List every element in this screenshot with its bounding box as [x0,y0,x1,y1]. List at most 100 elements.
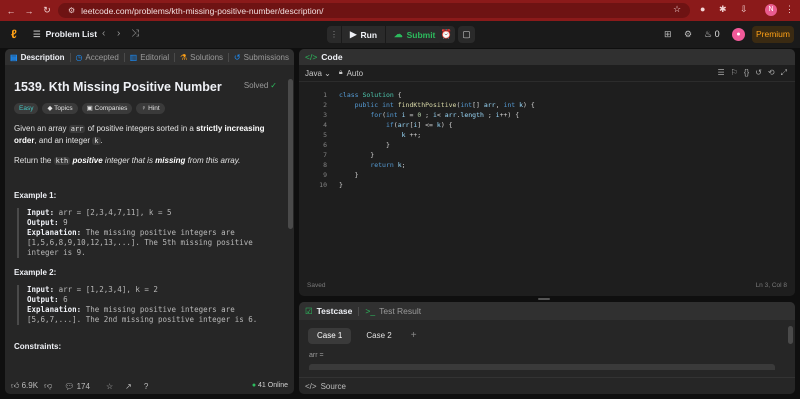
next-problem-icon[interactable]: › [117,28,120,39]
tab-description-label: Description [20,52,65,62]
settings-gear-icon[interactable]: ⚙ [684,29,692,40]
reload-icon[interactable]: ↻ [40,5,54,16]
testcase-header: ☑ Testcase >_ Test Result [299,302,795,320]
testcase-panel: ☑ Testcase >_ Test Result Case 1 Case 2 + … [299,302,795,394]
line-number: 10 [319,181,327,189]
line-number: 6 [323,141,327,149]
tab-editorial-label: Editorial [140,52,170,62]
prev-problem-icon[interactable]: ‹ [102,28,105,39]
save-status: Saved [307,282,326,289]
submit-button[interactable]: ☁ Submit [385,26,443,43]
description-scrollbar[interactable] [288,79,293,229]
companies-chip[interactable]: ▣ Companies [81,103,133,114]
braces-icon[interactable]: {} [744,68,749,78]
bookmark-icon[interactable]: ⚐ [731,68,738,78]
testcase-footer: </> Source [299,377,795,394]
statement-paragraph-1: Given an array arr of positive integers … [14,123,282,147]
fire-icon: ♨ [704,29,713,39]
site-info-icon[interactable]: ⚙ [68,6,75,15]
tab-accepted[interactable]: ◷ Accepted [70,49,123,65]
solved-status: Solved ✓ [244,81,277,90]
text: . [100,136,103,145]
companies-label: Companies [94,105,128,112]
book-icon: ▥ [129,52,138,62]
layout-icon[interactable]: ⊞ [664,29,672,40]
comments-button[interactable]: 💬︎ 174 [64,382,90,391]
puzzle-extensions-icon[interactable]: ✱ [719,4,727,15]
testcase-scrollbar[interactable] [788,326,793,344]
bookmark-star-icon[interactable]: ☆ [673,4,681,15]
browser-profile-avatar[interactable]: N [765,4,777,16]
forward-icon[interactable]: → [22,6,36,16]
case-1-tab[interactable]: Case 1 [308,328,352,344]
italic-text: integer that is [102,156,156,165]
app-header: ℓ ☰ Problem List ‹ › ⤨ ⋮ ▶ Run ☁ Submit ⏰ ▢… [0,21,800,48]
tab-submissions[interactable]: ↺ Submissions [229,49,294,65]
case-tabs: Case 1 Case 2 + [308,328,421,344]
tab-description[interactable]: ▤ Description [5,49,70,65]
favorite-star-icon[interactable]: ☆ [106,382,113,391]
address-bar[interactable]: ⚙ leetcode.com/problems/kth-missing-posi… [58,3,690,18]
code-header: </> Code [299,49,795,65]
like-count: 6.9K [21,381,39,390]
line-number: 9 [323,171,327,179]
italic-text: from this array. [185,156,241,165]
download-icon[interactable]: ⇩ [740,4,748,15]
cloud-upload-icon: ☁ [394,29,403,39]
line-number: 3 [323,111,327,119]
case-2-tab[interactable]: Case 2 [357,328,400,344]
tab-solutions-label: Solutions [190,52,224,62]
premium-button[interactable]: Premium [752,26,794,43]
tab-submissions-label: Submissions [243,52,289,62]
drag-handle-icon[interactable]: ⋮ [327,29,341,40]
source-button[interactable]: Source [321,382,346,391]
run-button[interactable]: ▶ Run [341,26,385,43]
tab-test-result[interactable]: >_ Test Result [365,306,421,316]
description-panel: ▤ Description ◷ Accepted ▥ Editorial ⚗ Solut… [5,49,294,394]
problem-list-button[interactable]: ☰ Problem List [33,29,97,40]
format-icon[interactable]: ☰ [718,68,725,78]
difficulty-badge: Easy [14,103,39,114]
share-icon[interactable]: ↗ [125,382,132,391]
description-footer: 👍︎ 6.9K 👎︎ 💬︎ 174 ☆ ↗ ? ● 41 Online [5,378,294,394]
explanation-label: Explanation: [27,228,82,237]
fullscreen-icon[interactable]: ⤢ [781,68,787,78]
language-select[interactable]: Java ⌄ [305,69,331,78]
reset-icon[interactable]: ↺ [755,68,762,78]
timer-icon[interactable]: ⏰ [438,26,455,43]
auto-mode-label[interactable]: Auto [347,69,363,78]
leetcode-logo-icon[interactable]: ℓ [11,27,23,41]
add-case-button[interactable]: + [407,328,421,344]
hint-label: Hint [148,105,160,112]
help-icon[interactable]: ? [144,382,148,391]
extension-icon[interactable]: ● [700,4,705,14]
user-avatar[interactable]: ● [732,28,745,41]
list-icon: ☰ [33,29,41,39]
online-dot-icon: ● [251,382,257,389]
source-code-icon: </> [305,381,317,391]
tab-editorial[interactable]: ▥ Editorial [125,49,174,65]
notes-icon[interactable]: ▢ [458,26,475,43]
code-editor[interactable]: 1 2 3 4 5 6 7 8 9 10 class Solution { pu… [299,87,795,277]
tab-testcase[interactable]: ☑ Testcase [299,306,352,317]
code-line: public int findKthPositive(int[] arr, in… [354,101,535,109]
language-label: Java [305,68,322,78]
shuffle-icon[interactable]: ⤨ [131,28,139,39]
browser-menu-icon[interactable]: ⋮ [785,4,794,15]
code-line: } [339,141,390,149]
arr-input-field[interactable] [309,364,775,370]
back-icon[interactable]: ← [4,6,18,16]
cursor-position: Ln 3, Col 8 [755,282,787,289]
code-line: if(arr[i] <= k) { [385,121,453,129]
panel-resize-handle[interactable] [538,298,550,300]
topics-chip[interactable]: ◆ Topics [42,103,78,114]
reload-icon[interactable]: ⟲ [768,68,775,78]
input-value: arr = [1,2,3,4], k = 2 [54,285,158,294]
streak-indicator[interactable]: ♨ 0 [704,29,720,40]
hint-chip[interactable]: ♀ Hint [136,103,165,114]
code-line: } [339,171,359,179]
dislike-icon[interactable]: 👎︎ [44,381,52,391]
tab-accepted-label: Accepted [85,52,119,62]
like-button[interactable]: 👍︎ 6.9K [11,381,38,391]
tab-solutions[interactable]: ⚗ Solutions [175,49,228,65]
